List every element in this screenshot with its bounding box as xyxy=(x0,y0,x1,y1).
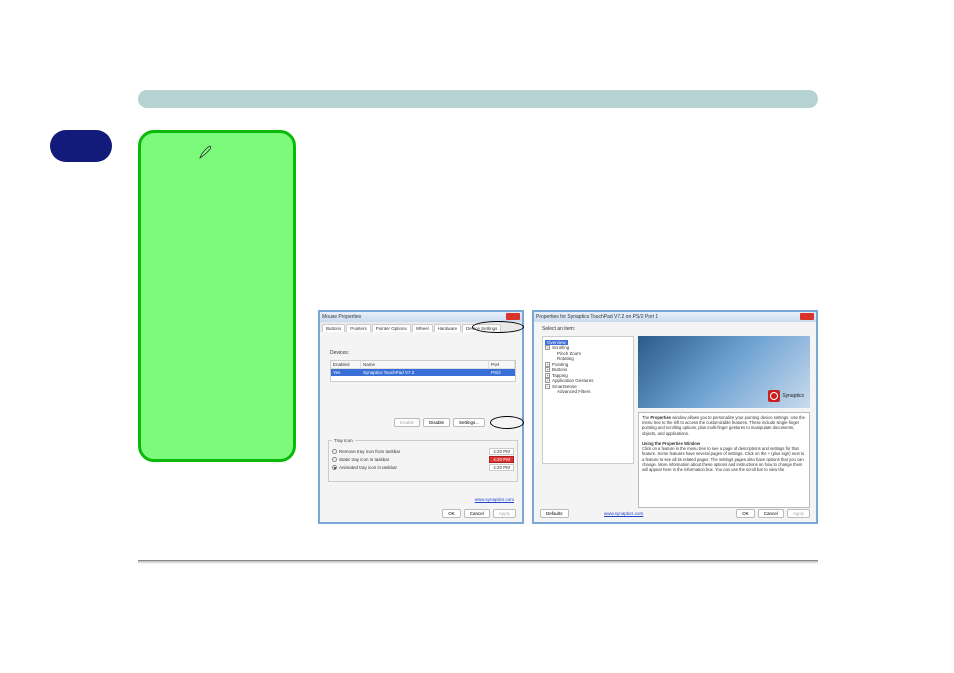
tree-advanced-filters[interactable]: Advanced Filters xyxy=(545,389,631,394)
radio-icon xyxy=(332,457,337,462)
close-icon[interactable] xyxy=(800,313,814,320)
radio-remove-tray[interactable]: Remove tray icon from taskbar xyxy=(339,449,400,454)
tray-time-1: 4:20 PM xyxy=(489,448,514,455)
tree-scrolling[interactable]: +Scrolling xyxy=(545,345,631,350)
device-row[interactable]: Yes Synaptics TouchPad V7.2 PS/2 xyxy=(331,369,515,376)
ok-button[interactable]: OK xyxy=(442,509,461,518)
tree-pointing[interactable]: +Pointing xyxy=(545,362,631,367)
tab-wheel[interactable]: Wheel xyxy=(412,324,433,332)
close-icon[interactable] xyxy=(506,313,520,320)
cancel-button[interactable]: Cancel xyxy=(758,509,784,518)
synaptics-properties-screenshot: Properties for Synaptics TouchPad V7.2 o… xyxy=(532,310,818,524)
enable-button[interactable]: Enable xyxy=(394,418,420,427)
tree-buttons[interactable]: +Buttons xyxy=(545,367,631,372)
synaptics-link[interactable]: www.synaptics.com xyxy=(604,511,643,516)
ok-button[interactable]: OK xyxy=(736,509,755,518)
device-name: Synaptics TouchPad V7.2 xyxy=(361,369,489,376)
devices-label: Devices: xyxy=(330,350,349,356)
pen-icon xyxy=(198,144,214,160)
step-badge xyxy=(50,130,112,162)
tray-icon-legend: Tray Icon xyxy=(332,438,355,443)
tree-smartsense[interactable]: −SmartSense xyxy=(545,384,631,389)
desc-p2: Click on a feature in the menu tree to s… xyxy=(642,446,804,472)
apply-button[interactable]: Apply xyxy=(787,509,810,518)
apply-button[interactable]: Apply xyxy=(493,509,516,518)
tree-tapping[interactable]: +Tapping xyxy=(545,373,631,378)
syn-props-titlebar: Properties for Synaptics TouchPad V7.2 o… xyxy=(534,312,816,322)
tray-icon-group: Tray Icon Remove tray icon from taskbar … xyxy=(328,438,518,482)
header-band xyxy=(138,90,818,108)
select-item-label: Select an item: xyxy=(542,326,575,332)
mouse-props-titlebar: Mouse Properties xyxy=(320,312,522,322)
tray-time-2: 4:20 PM xyxy=(489,456,514,463)
tab-hardware[interactable]: Hardware xyxy=(434,324,462,332)
synaptics-link[interactable]: www.synaptics.com xyxy=(475,497,514,502)
radio-icon xyxy=(332,449,337,454)
tree-pinch-zoom[interactable]: Pinch Zoom xyxy=(545,351,631,356)
devices-grid: Enabled Name Port Yes Synaptics TouchPad… xyxy=(330,360,516,382)
note-panel xyxy=(138,130,296,462)
cancel-button[interactable]: Cancel xyxy=(464,509,490,518)
tab-device-settings[interactable]: Device Settings xyxy=(462,324,501,332)
radio-static-tray[interactable]: Static tray icon in taskbar xyxy=(339,457,389,462)
tree-rotating[interactable]: Rotating xyxy=(545,356,631,361)
settings-button[interactable]: Settings... xyxy=(453,418,485,427)
tray-time-3: 4:20 PM xyxy=(489,464,514,471)
syn-props-title: Properties for Synaptics TouchPad V7.2 o… xyxy=(536,314,658,320)
footer-shadow xyxy=(138,561,818,564)
radio-animated-tray[interactable]: Animated tray icon in taskbar xyxy=(339,465,397,470)
mouse-props-title: Mouse Properties xyxy=(322,314,361,320)
device-enabled: Yes xyxy=(331,369,361,376)
callout-oval-settings xyxy=(490,416,524,429)
mouse-props-tabs: Buttons Pointers Pointer Options Wheel H… xyxy=(320,322,522,332)
tree-overview[interactable]: Overview xyxy=(545,340,631,345)
description-box: The Properties window allows you to pers… xyxy=(638,412,810,508)
tree-app-gestures[interactable]: +Application Gestures xyxy=(545,378,631,383)
disable-button[interactable]: Disable xyxy=(423,418,450,427)
synaptics-logo-text: Synaptics xyxy=(782,393,804,399)
col-port: Port xyxy=(489,361,515,368)
tab-pointer-options[interactable]: Pointer Options xyxy=(372,324,411,332)
col-enabled: Enabled xyxy=(331,361,361,368)
synaptics-swirl-icon xyxy=(768,390,780,402)
feature-tree: Overview +Scrolling Pinch Zoom Rotating … xyxy=(542,336,634,464)
col-name: Name xyxy=(361,361,489,368)
radio-icon xyxy=(332,465,337,470)
mouse-properties-screenshot: Mouse Properties Buttons Pointers Pointe… xyxy=(318,310,524,524)
preview-image: Synaptics xyxy=(638,336,810,408)
tab-pointers[interactable]: Pointers xyxy=(346,324,371,332)
defaults-button[interactable]: Defaults xyxy=(540,509,569,518)
tab-buttons[interactable]: Buttons xyxy=(322,324,345,332)
device-port: PS/2 xyxy=(489,369,515,376)
synaptics-logo: Synaptics xyxy=(768,390,804,402)
